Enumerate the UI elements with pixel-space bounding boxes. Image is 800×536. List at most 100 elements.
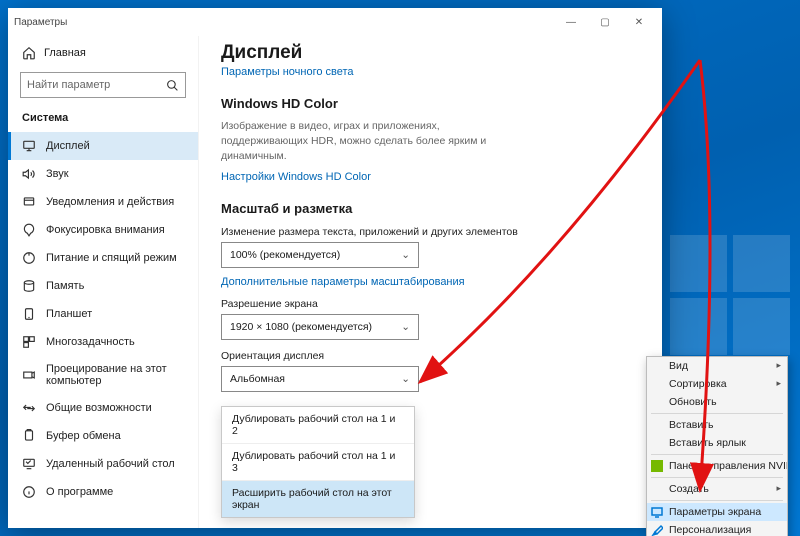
sidebar-icon [22, 335, 36, 349]
sidebar-item-label: Дисплей [46, 140, 90, 152]
context-item-9[interactable]: Создать [647, 480, 787, 498]
search-input[interactable]: Найти параметр [20, 72, 186, 98]
resolution-value: 1920 × 1080 (рекомендуется) [230, 321, 372, 333]
sidebar-item-1[interactable]: Звук [8, 160, 198, 188]
search-icon [165, 78, 179, 92]
orientation-value: Альбомная [230, 373, 285, 385]
orientation-label: Ориентация дисплея [221, 350, 640, 362]
context-item-label: Вставить ярлык [669, 437, 746, 449]
sidebar-item-11[interactable]: Удаленный рабочий стол [8, 450, 198, 478]
sidebar-item-3[interactable]: Фокусировка внимания [8, 216, 198, 244]
desktop-win-logo [670, 235, 790, 355]
sidebar-icon [22, 195, 36, 209]
resolution-select[interactable]: 1920 × 1080 (рекомендуется) ⌄ [221, 314, 419, 340]
multi-option-2[interactable]: Расширить рабочий стол на этот экран [222, 481, 414, 517]
sidebar-item-label: Планшет [46, 308, 92, 320]
sidebar-item-label: Память [46, 280, 84, 292]
search-placeholder: Найти параметр [27, 79, 110, 91]
sidebar: Главная Найти параметр Система Дисплей Зв… [8, 36, 199, 528]
context-item-label: Создать [669, 483, 709, 495]
brush-icon [651, 524, 663, 536]
desktop-context-menu[interactable]: Вид Сортировка Обновить Вставить Вставить яр… [646, 356, 788, 536]
context-item-1[interactable]: Сортировка [647, 375, 787, 393]
context-item-label: Вид [669, 360, 688, 372]
maximize-button[interactable]: ▢ [588, 8, 622, 36]
sidebar-item-10[interactable]: Буфер обмена [8, 422, 198, 450]
scale-select[interactable]: 100% (рекомендуется) ⌄ [221, 242, 419, 268]
sidebar-item-8[interactable]: Проецирование на этот компьютер [8, 356, 198, 394]
home-icon [22, 46, 36, 60]
titlebar[interactable]: Параметры — ▢ ✕ [8, 8, 662, 36]
sidebar-home-label: Главная [44, 47, 86, 59]
sidebar-item-label: Фокусировка внимания [46, 224, 165, 236]
hd-color-heading: Windows HD Color [221, 96, 640, 111]
sidebar-icon [22, 279, 36, 293]
sidebar-icon [22, 457, 36, 471]
resolution-label: Разрешение экрана [221, 298, 640, 310]
context-item-4[interactable]: Вставить [647, 416, 787, 434]
sidebar-icon [22, 139, 36, 153]
sidebar-item-label: Звук [46, 168, 69, 180]
sidebar-item-label: Многозадачность [46, 336, 135, 348]
sidebar-item-4[interactable]: Питание и спящий режим [8, 244, 198, 272]
window-title: Параметры [14, 17, 67, 28]
sidebar-item-0[interactable]: Дисплей [8, 132, 198, 160]
sidebar-icon [22, 167, 36, 181]
context-item-0[interactable]: Вид [647, 357, 787, 375]
context-item-label: Параметры экрана [669, 506, 761, 518]
context-item-label: Обновить [669, 396, 717, 408]
sidebar-item-6[interactable]: Планшет [8, 300, 198, 328]
sidebar-icon [22, 429, 36, 443]
content-pane: Дисплей Параметры ночного света Windows … [199, 36, 662, 528]
sidebar-item-label: О программе [46, 486, 113, 498]
multi-display-dropdown[interactable]: Дублировать рабочий стол на 1 и 2Дублиро… [221, 406, 415, 518]
sidebar-item-5[interactable]: Память [8, 272, 198, 300]
display-icon [651, 506, 663, 518]
chevron-down-icon: ⌄ [401, 321, 410, 333]
sidebar-item-label: Уведомления и действия [46, 196, 174, 208]
scale-value: 100% (рекомендуется) [230, 249, 340, 261]
sidebar-icon [22, 485, 36, 499]
close-button[interactable]: ✕ [622, 8, 656, 36]
orientation-select[interactable]: Альбомная ⌄ [221, 366, 419, 392]
sidebar-item-label: Проецирование на этот компьютер [46, 363, 184, 387]
sidebar-item-2[interactable]: Уведомления и действия [8, 188, 198, 216]
sidebar-item-label: Питание и спящий режим [46, 252, 177, 264]
sidebar-icon [22, 401, 36, 415]
context-item-2[interactable]: Обновить [647, 393, 787, 411]
sidebar-item-label: Удаленный рабочий стол [46, 458, 175, 470]
chevron-down-icon: ⌄ [401, 249, 410, 261]
context-item-5[interactable]: Вставить ярлык [647, 434, 787, 452]
context-item-label: Вставить [669, 419, 714, 431]
hd-color-link[interactable]: Настройки Windows HD Color [221, 171, 640, 183]
sidebar-home[interactable]: Главная [8, 40, 198, 66]
multi-option-0[interactable]: Дублировать рабочий стол на 1 и 2 [222, 407, 414, 444]
context-item-12[interactable]: Персонализация [647, 521, 787, 536]
context-item-label: Панель управления NVIDIA [669, 460, 787, 472]
scale-advanced-link[interactable]: Дополнительные параметры масштабирования [221, 276, 640, 288]
sidebar-item-label: Буфер обмена [46, 430, 121, 442]
sidebar-item-12[interactable]: О программе [8, 478, 198, 506]
hd-color-desc: Изображение в видео, играх и приложениях… [221, 119, 521, 165]
night-light-link[interactable]: Параметры ночного света [221, 66, 640, 78]
sidebar-item-9[interactable]: Общие возможности [8, 394, 198, 422]
sidebar-item-label: Общие возможности [46, 402, 152, 414]
nvidia-icon [651, 460, 663, 472]
settings-window: Параметры — ▢ ✕ Главная Найти параметр [8, 8, 662, 528]
page-title: Дисплей [221, 42, 640, 64]
context-item-11[interactable]: Параметры экрана [647, 503, 787, 521]
chevron-down-icon: ⌄ [401, 373, 410, 385]
sidebar-icon [22, 368, 36, 382]
sidebar-icon [22, 223, 36, 237]
sidebar-icon [22, 251, 36, 265]
sidebar-icon [22, 307, 36, 321]
scale-label: Изменение размера текста, приложений и д… [221, 226, 640, 238]
scale-heading: Масштаб и разметка [221, 201, 640, 216]
sidebar-section: Система [8, 108, 198, 132]
multi-option-1[interactable]: Дублировать рабочий стол на 1 и 3 [222, 444, 414, 481]
context-item-label: Сортировка [669, 378, 727, 390]
sidebar-item-7[interactable]: Многозадачность [8, 328, 198, 356]
minimize-button[interactable]: — [554, 8, 588, 36]
context-item-7[interactable]: Панель управления NVIDIA [647, 457, 787, 475]
context-item-label: Персонализация [669, 524, 751, 536]
